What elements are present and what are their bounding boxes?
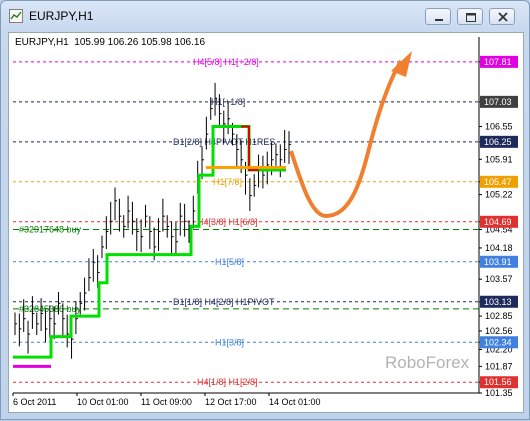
title-bar[interactable]: EURJPY,H1 — [1, 1, 529, 31]
window-title: EURJPY,H1 — [29, 9, 94, 23]
chart-window: EURJPY,H1 EURJPY,H1 105.99 106.26 105.98… — [0, 0, 530, 420]
close-button[interactable] — [489, 8, 515, 25]
chart-window-icon — [9, 9, 23, 23]
roboforex-watermark: RoboForex — [385, 353, 470, 372]
close-icon — [498, 12, 508, 22]
maximize-button[interactable] — [457, 8, 483, 25]
maximize-icon — [466, 13, 476, 22]
minimize-button[interactable] — [425, 8, 451, 25]
symbol-ohlc-readout: EURJPY,H1 105.99 106.26 105.98 106.16 — [15, 37, 206, 48]
minimize-icon — [435, 19, 443, 21]
